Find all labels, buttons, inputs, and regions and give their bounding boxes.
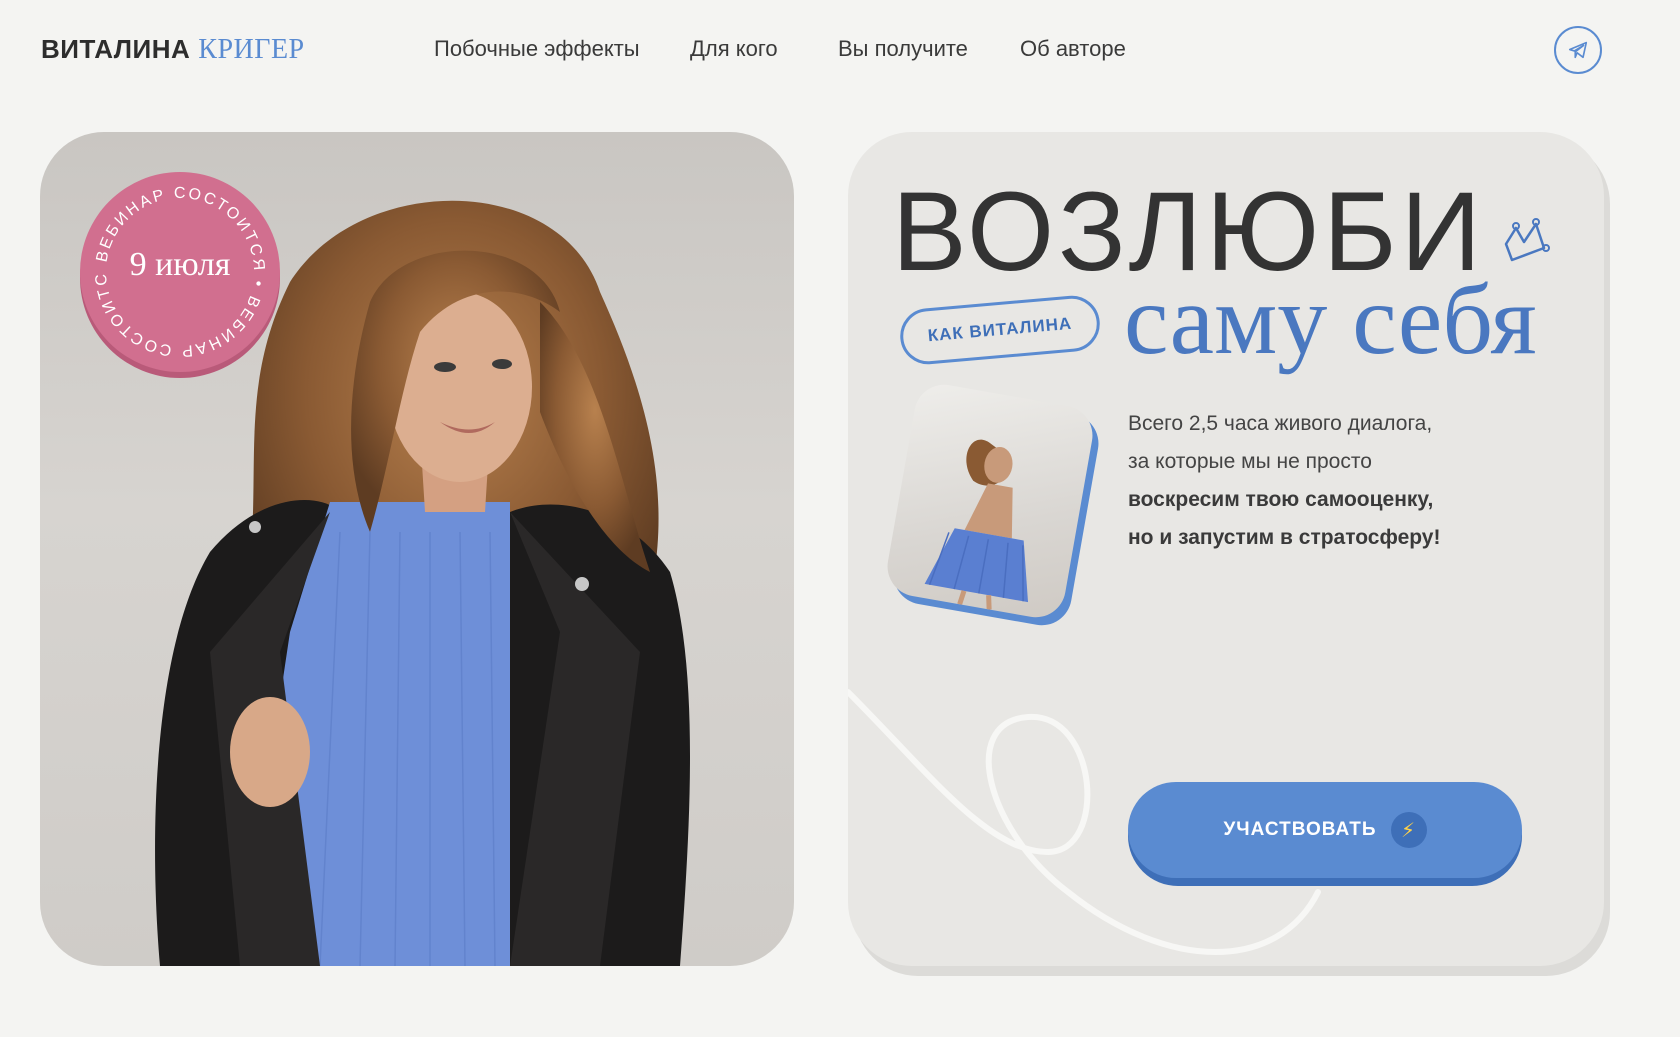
nav-link-about-author[interactable]: Об авторе (1020, 36, 1126, 62)
lightning-icon: ⚡ (1390, 812, 1427, 848)
logo[interactable]: ВИТАЛИНА КРИГЕР (41, 34, 305, 66)
nav-link-for-whom[interactable]: Для кого (690, 36, 778, 62)
logo-last-name: КРИГЕР (198, 34, 305, 65)
nav-link-you-get[interactable]: Вы получите (838, 36, 968, 62)
crown-icon (1504, 218, 1550, 262)
logo-first-name: ВИТАЛИНА (41, 34, 191, 64)
description-line-2: за которые мы не просто (1128, 450, 1372, 473)
dancing-woman-image (924, 439, 1029, 610)
description-line-4: но и запустим в стратосферу! (1128, 526, 1441, 549)
description-line-1: Всего 2,5 часа живого диалога, (1128, 412, 1433, 435)
hero-subheadline: саму себя (1124, 264, 1537, 375)
badge-date: 9 июля (129, 246, 231, 283)
hero-card: ВОЗЛЮБИ КАК ВИТАЛИНА саму себя Всего 2,5… (848, 132, 1604, 966)
participate-button[interactable]: УЧАСТВОВАТЬ ⚡ (1128, 782, 1522, 878)
participate-button-label: УЧАСТВОВАТЬ (1223, 819, 1377, 840)
webinar-date-badge: ВЕБИНАР СОСТОИТСЯ • ВЕБИНАР СОСТОИТСЯ • … (80, 172, 280, 372)
telegram-button[interactable] (1554, 26, 1602, 74)
description-line-3: воскресим твою самооценку, (1128, 488, 1434, 511)
hero-description: Всего 2,5 часа живого диалога, за которы… (1128, 405, 1440, 557)
telegram-icon (1568, 41, 1588, 59)
dancing-photo (882, 379, 1098, 623)
nav-link-side-effects[interactable]: Побочные эффекты (434, 36, 640, 62)
